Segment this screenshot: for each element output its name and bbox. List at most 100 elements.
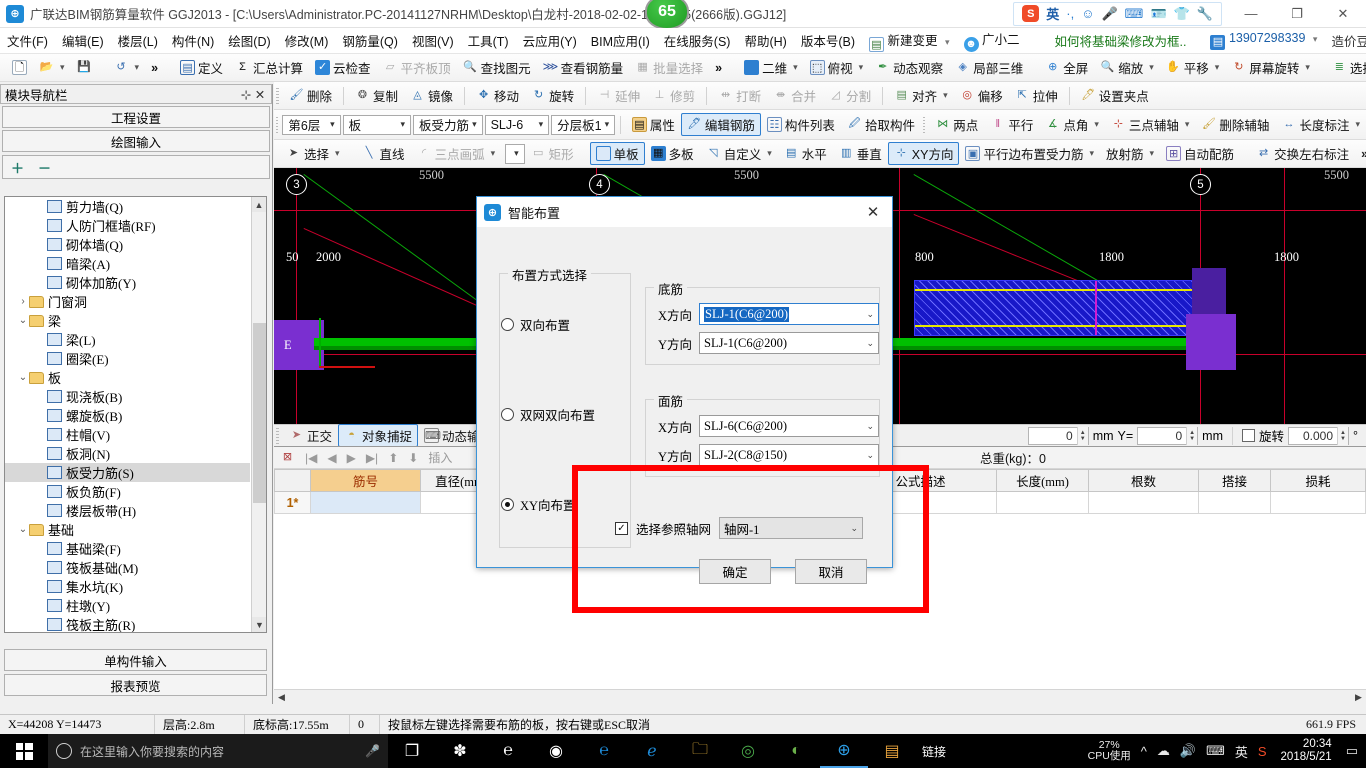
- ref-grid-select[interactable]: 轴网-1 ⌄: [719, 517, 864, 539]
- delete-button[interactable]: 🖌 删除: [283, 84, 338, 107]
- menu-item-help[interactable]: 帮助(H): [737, 29, 793, 52]
- save-file-button[interactable]: 💾: [71, 58, 98, 77]
- find-element-button[interactable]: 🔍 查找图元: [457, 56, 537, 79]
- toolbar-grip-3[interactable]: [276, 116, 279, 133]
- properties-button[interactable]: ▤ 属性: [626, 113, 681, 136]
- horizontal-button[interactable]: ▤ 水平: [778, 142, 833, 165]
- tree-scrollbar[interactable]: ▲ ▼: [251, 197, 266, 632]
- tree-node-10[interactable]: 现浇板(B): [5, 387, 250, 406]
- menu-item-floor[interactable]: 楼层(L): [111, 29, 165, 52]
- pick-member-button[interactable]: 🖉 拾取构件: [841, 113, 921, 136]
- y-coord-value[interactable]: 0: [1138, 429, 1186, 443]
- parallel-button[interactable]: ‖ 平行: [984, 113, 1039, 136]
- length-dimension-button[interactable]: ↔ 长度标注 ▾: [1275, 113, 1366, 136]
- volume-icon[interactable]: 🔊: [1180, 743, 1196, 759]
- dialog-close-button[interactable]: ✕: [858, 198, 888, 226]
- toolbar-grip-2[interactable]: [276, 87, 279, 104]
- collapse-all-icon[interactable]: －: [38, 158, 51, 177]
- user-account[interactable]: ☻ 广小二: [957, 27, 1027, 54]
- multi-slab-button[interactable]: ▦ 多板: [645, 142, 700, 165]
- tab-drawing-input[interactable]: 绘图输入: [2, 130, 270, 152]
- orbit-button[interactable]: ✒ 动态观察: [869, 56, 949, 79]
- tree-scroll-up-icon[interactable]: ▲: [252, 197, 266, 212]
- new-change-button[interactable]: ▤ 新建变更 ▾: [862, 28, 957, 54]
- close-table-icon[interactable]: ⊠: [280, 450, 295, 465]
- zoom-button[interactable]: 🔍 缩放 ▾: [1094, 56, 1160, 79]
- cloud-check-button[interactable]: ✓ 云检查: [309, 56, 377, 79]
- start-button[interactable]: [0, 734, 48, 768]
- tree-node-19[interactable]: 筏板基础(M): [5, 558, 250, 577]
- single-member-input-button[interactable]: 单构件输入: [4, 649, 267, 671]
- member-type-combo[interactable]: 板受力筋 ▾: [413, 114, 483, 135]
- auto-rebar-button[interactable]: ⊞ 自动配筋: [1160, 142, 1240, 165]
- report-preview-button[interactable]: 报表预览: [4, 674, 267, 696]
- rotate-value[interactable]: 0.000: [1289, 429, 1337, 443]
- summary-calc-button[interactable]: Σ 汇总计算: [229, 56, 309, 79]
- radio-bidirectional[interactable]: 双向布置: [501, 315, 570, 334]
- ime-punctuation-icon[interactable]: ·,: [1066, 6, 1074, 21]
- tree-node-13[interactable]: 板洞(N): [5, 444, 250, 463]
- three-point-aux-axis-button[interactable]: ⊹ 三点辅轴 ▾: [1105, 113, 1196, 136]
- task-view-button[interactable]: ❐: [388, 734, 436, 768]
- top-x-select[interactable]: SLJ-6(C6@200) ⌄: [699, 415, 879, 437]
- undo-button[interactable]: ↺ ▾: [108, 58, 146, 77]
- chrome-icon[interactable]: ◎: [724, 734, 772, 768]
- offset-button[interactable]: ◎ 偏移: [954, 84, 1009, 107]
- ime-tools-icon[interactable]: 🔧: [1197, 6, 1213, 22]
- cell-length[interactable]: [996, 491, 1089, 514]
- menu-item-cloud[interactable]: 云应用(Y): [516, 29, 584, 52]
- blank-combo[interactable]: ▾: [505, 143, 525, 164]
- partial-3d-button[interactable]: ◈ 局部三维: [949, 56, 1029, 79]
- tray-expand-icon[interactable]: ^: [1141, 744, 1147, 759]
- toolbar1-overflow-left[interactable]: »: [145, 59, 164, 77]
- ie2-icon[interactable]: ℯ: [628, 734, 676, 768]
- ime-keyboard-icon[interactable]: ⌨: [1125, 6, 1144, 22]
- ime-language-label[interactable]: 英: [1046, 4, 1059, 23]
- tree-node-21[interactable]: 柱墩(Y): [5, 596, 250, 615]
- ggj-app-icon[interactable]: ⊕: [820, 734, 868, 768]
- two-point-button[interactable]: ⋈ 两点: [929, 113, 984, 136]
- y-stepper-arrows[interactable]: ▲ ▼: [1186, 426, 1198, 445]
- menu-item-modify[interactable]: 修改(M): [278, 29, 336, 52]
- cancel-button[interactable]: 取消: [795, 559, 867, 584]
- tray-keyboard-icon[interactable]: ⌨: [1206, 743, 1225, 759]
- expand-all-icon[interactable]: ＋: [11, 158, 24, 177]
- next-record-button[interactable]: ▶: [347, 451, 356, 465]
- menu-item-bim[interactable]: BIM应用(I): [584, 29, 657, 52]
- tree-node-7[interactable]: 梁(L): [5, 330, 250, 349]
- set-grip-button[interactable]: 🖊 设置夹点: [1075, 84, 1155, 107]
- cloud-sync-icon[interactable]: ☁: [1157, 743, 1170, 759]
- ortho-button[interactable]: ➤ 正交: [283, 424, 338, 447]
- category-combo[interactable]: 板 ▾: [342, 114, 412, 135]
- rotate-button[interactable]: ↻ 旋转: [525, 84, 580, 107]
- screen-rotate-button[interactable]: ↻ 屏幕旋转 ▾: [1225, 56, 1316, 79]
- tree-node-4[interactable]: 砌体加筋(Y): [5, 273, 250, 292]
- cortana-icon[interactable]: ◉: [532, 734, 580, 768]
- tree-node-0[interactable]: 剪力墙(Q): [5, 197, 250, 216]
- move-down-button[interactable]: ⬇: [408, 451, 418, 465]
- ie-icon[interactable]: ℮: [580, 734, 628, 768]
- rotate-stepper-arrows[interactable]: ▲ ▼: [1337, 426, 1348, 445]
- panel-close-icon[interactable]: ✕: [253, 87, 267, 102]
- radio-double-net-bidirectional[interactable]: 双网双向布置: [501, 405, 595, 424]
- menu-item-edit[interactable]: 编辑(E): [55, 29, 111, 52]
- tree-node-5[interactable]: › 门窗洞: [5, 292, 250, 311]
- tree-node-16[interactable]: 楼层板带(H): [5, 501, 250, 520]
- cell-loss[interactable]: [1270, 491, 1366, 514]
- ime-skin-icon[interactable]: 👕: [1174, 6, 1190, 22]
- copy-button[interactable]: ❂ 复制: [349, 84, 404, 107]
- edit-rebar-button[interactable]: 🖊 编辑钢筋: [680, 113, 761, 136]
- swap-lr-dimension-button[interactable]: ⇄ 交换左右标注: [1250, 142, 1355, 165]
- parallel-edge-rebar-button[interactable]: ▣ 平行边布置受力筋 ▾: [959, 142, 1100, 165]
- ime-toolbar[interactable]: S 英 ·, ☺ 🎤 ⌨ 🪪 👕 🔧: [1013, 1, 1222, 26]
- define-button[interactable]: ▤ 定义: [174, 56, 229, 79]
- table-hscrollbar[interactable]: ◀ ▶: [274, 689, 1366, 704]
- snapbar-grip[interactable]: [276, 427, 279, 444]
- tree-node-18[interactable]: 基础梁(F): [5, 539, 250, 558]
- tree-node-8[interactable]: 圈梁(E): [5, 349, 250, 368]
- tree-node-12[interactable]: 柱帽(V): [5, 425, 250, 444]
- chevron-right-icon[interactable]: ›: [17, 296, 29, 307]
- chevron-down-icon[interactable]: ⌄: [17, 315, 29, 326]
- notification-center-icon[interactable]: ▭: [1346, 743, 1358, 759]
- x-coord-stepper[interactable]: 0 ▲ ▼: [1027, 426, 1089, 445]
